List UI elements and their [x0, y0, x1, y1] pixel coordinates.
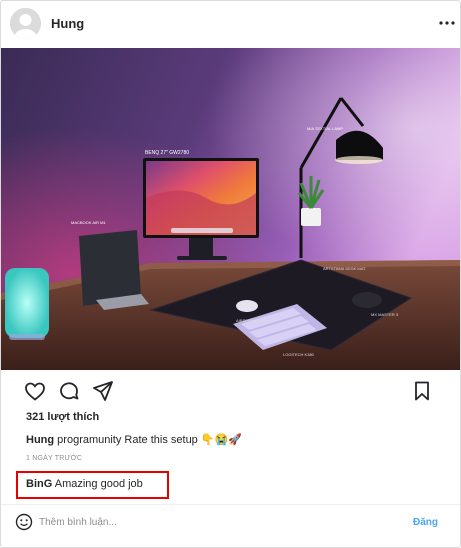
caption-author[interactable]: Hung	[26, 434, 54, 446]
post-photo[interactable]: BENQ 27" GW2780 MIA TEXTIAL LAMP MACBOOK…	[1, 48, 460, 370]
pad-label: MX MASTER 3	[371, 312, 399, 317]
post-header: Hung	[1, 1, 460, 48]
comment-author[interactable]: BinG	[26, 478, 52, 490]
username[interactable]: Hung	[51, 16, 84, 31]
post-card: Hung BENQ 27" GW2780 MIA TEXTIAL LAMP MA…	[0, 0, 461, 548]
deskmat-label: ARTSTIMAI DESK MAT	[323, 266, 366, 271]
divider	[1, 504, 460, 505]
share-icon[interactable]	[91, 379, 115, 403]
keyboard-label: LOGITECH K380	[283, 352, 315, 357]
post-caption: Hung programunity Rate this setup 👇😭🚀	[26, 433, 242, 446]
monitor-label: BENQ 27" GW2780	[145, 150, 189, 156]
avatar[interactable]	[10, 8, 41, 39]
lamp-label: MIA TEXTIAL LAMP	[307, 126, 343, 131]
caption-text: programunity Rate this setup 👇😭🚀	[57, 434, 242, 446]
heart-icon[interactable]	[23, 379, 47, 403]
comment: BinG Amazing good job	[26, 478, 143, 490]
action-bar	[1, 373, 460, 409]
post-comment-button[interactable]: Đăng	[413, 517, 438, 528]
post-timestamp[interactable]: 1 NGÀY TRƯỚC	[26, 455, 82, 462]
more-options-icon[interactable]	[437, 13, 457, 33]
comment-text: Amazing good job	[54, 478, 143, 490]
bookmark-icon[interactable]	[410, 379, 434, 403]
mouse-label: AIRSPORT PRO	[236, 318, 266, 323]
laptop-label: MACBOOK AIR M1	[71, 220, 106, 225]
emoji-icon[interactable]	[15, 513, 33, 531]
likes-count[interactable]: 321 lượt thích	[26, 411, 99, 423]
comment-icon[interactable]	[57, 379, 81, 403]
add-comment-input[interactable]: Thêm bình luận...	[39, 517, 117, 528]
